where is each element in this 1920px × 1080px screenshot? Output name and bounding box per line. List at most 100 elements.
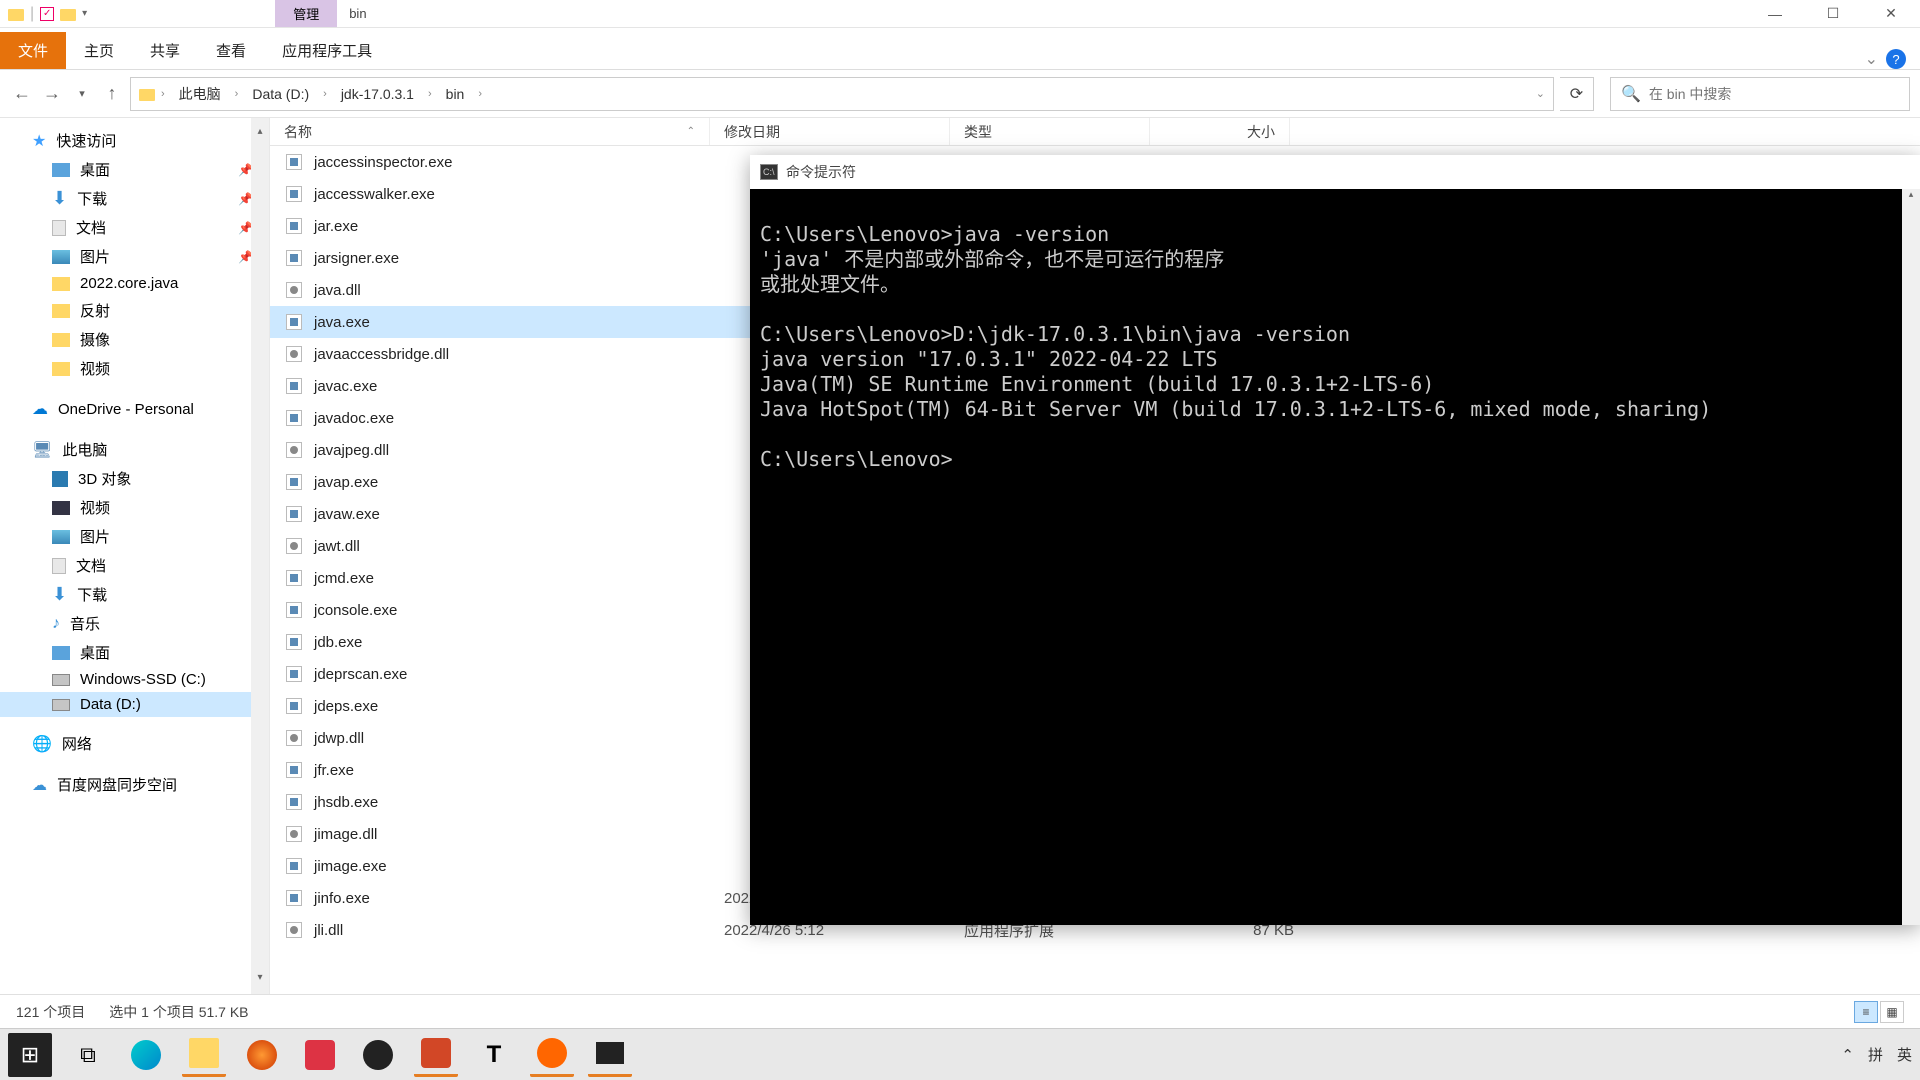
sidebar-folder-core[interactable]: 2022.core.java: [0, 271, 269, 296]
help-icon[interactable]: ?: [1886, 49, 1906, 69]
exe-icon: [284, 664, 304, 684]
sidebar-music[interactable]: ♪音乐: [0, 609, 269, 638]
chevron-right-icon[interactable]: ›: [476, 88, 484, 100]
sidebar-documents2[interactable]: 文档: [0, 551, 269, 580]
sidebar-folder-video[interactable]: 视频: [0, 354, 269, 383]
tab-apptools[interactable]: 应用程序工具: [264, 32, 390, 69]
crumb-jdk[interactable]: jdk-17.0.3.1: [333, 84, 422, 104]
sidebar-pictures2[interactable]: 图片: [0, 522, 269, 551]
sidebar-desktop[interactable]: 桌面📌: [0, 155, 269, 184]
crumb-bin[interactable]: bin: [438, 84, 473, 104]
taskview-button[interactable]: ⧉: [66, 1033, 110, 1077]
qat-dropdown-icon[interactable]: ▾: [82, 8, 87, 19]
search-input[interactable]: [1649, 86, 1899, 102]
back-button[interactable]: ←: [10, 82, 34, 106]
cmd-output[interactable]: C:\Users\Lenovo>java -version 'java' 不是内…: [750, 189, 1920, 480]
file-name: jfr.exe: [314, 762, 724, 779]
system-tray: ⌃ 拼 英: [1841, 1044, 1912, 1065]
sidebar-desktop2[interactable]: 桌面: [0, 638, 269, 667]
taskbar-obs[interactable]: [356, 1033, 400, 1077]
video-icon: [52, 501, 70, 515]
exe-icon: [284, 152, 304, 172]
forward-button[interactable]: →: [40, 82, 64, 106]
col-name[interactable]: 名称⌃: [270, 118, 710, 145]
taskbar-audio[interactable]: [530, 1033, 574, 1077]
up-button[interactable]: ↑: [100, 82, 124, 106]
tray-ime2[interactable]: 英: [1897, 1044, 1912, 1065]
sidebar-baidu[interactable]: ☁百度网盘同步空间: [0, 770, 269, 799]
sidebar-videos[interactable]: 视频: [0, 493, 269, 522]
taskbar-cmd[interactable]: [588, 1033, 632, 1077]
sidebar-pictures[interactable]: 图片📌: [0, 242, 269, 271]
cloud-icon: ☁: [32, 776, 47, 794]
firefox-icon: [247, 1040, 277, 1070]
label: 图片: [80, 526, 110, 547]
drive-icon: [52, 699, 70, 711]
sidebar-ddrive[interactable]: Data (D:): [0, 692, 269, 717]
cmd-titlebar[interactable]: C:\ 命令提示符: [750, 155, 1920, 189]
sidebar-folder-reflect[interactable]: 反射: [0, 296, 269, 325]
sidebar-documents[interactable]: 文档📌: [0, 213, 269, 242]
taskbar-edge[interactable]: [124, 1033, 168, 1077]
file-name: java.exe: [314, 314, 724, 331]
address-dropdown-icon[interactable]: ⌄: [1536, 87, 1545, 100]
crumb-drive[interactable]: Data (D:): [244, 84, 317, 104]
col-date[interactable]: 修改日期: [710, 118, 950, 145]
tab-view[interactable]: 查看: [198, 32, 264, 69]
desktop-icon: [52, 646, 70, 660]
taskbar-firefox[interactable]: [240, 1033, 284, 1077]
view-icons-button[interactable]: ▦: [1880, 1001, 1904, 1023]
sidebar-onedrive[interactable]: ☁OneDrive - Personal: [0, 395, 269, 423]
scroll-down-icon[interactable]: ▾: [253, 972, 267, 986]
chevron-right-icon[interactable]: ›: [159, 88, 167, 100]
file-name: jli.dll: [314, 922, 724, 939]
search-box[interactable]: 🔍: [1610, 77, 1910, 111]
chevron-right-icon[interactable]: ›: [426, 88, 434, 100]
context-tab-manage[interactable]: 管理: [275, 0, 337, 27]
chevron-right-icon[interactable]: ›: [321, 88, 329, 100]
taskbar-powerpoint[interactable]: [414, 1033, 458, 1077]
desktop-icon: [52, 163, 70, 177]
sidebar-3dobjects[interactable]: 3D 对象: [0, 464, 269, 493]
taskbar-text[interactable]: T: [472, 1033, 516, 1077]
scroll-up-icon[interactable]: ▴: [253, 126, 267, 140]
tray-ime1[interactable]: 拼: [1868, 1044, 1883, 1065]
sidebar-quick-access[interactable]: ★快速访问: [0, 126, 269, 155]
tab-home[interactable]: 主页: [66, 32, 132, 69]
download-icon: ⬇: [52, 584, 67, 605]
tab-share[interactable]: 共享: [132, 32, 198, 69]
sidebar-network[interactable]: 🌐网络: [0, 729, 269, 758]
exe-icon: [284, 376, 304, 396]
view-details-button[interactable]: ≡: [1854, 1001, 1878, 1023]
sidebar-downloads[interactable]: ⬇下载📌: [0, 184, 269, 213]
col-size[interactable]: 大小: [1150, 118, 1290, 145]
address-bar[interactable]: › 此电脑 › Data (D:) › jdk-17.0.3.1 › bin ›…: [130, 77, 1554, 111]
folder-icon: [52, 304, 70, 318]
recent-dropdown[interactable]: ▾: [70, 82, 94, 106]
chevron-right-icon[interactable]: ›: [233, 88, 241, 100]
taskbar-explorer[interactable]: [182, 1033, 226, 1077]
taskbar-office[interactable]: [298, 1033, 342, 1077]
sidebar-scrollbar[interactable]: ▴ ▾: [251, 118, 269, 994]
cmd-scrollbar[interactable]: [1902, 189, 1920, 925]
sidebar-downloads2[interactable]: ⬇ 下载: [0, 580, 269, 609]
crumb-pc[interactable]: 此电脑: [171, 82, 229, 106]
label: 下载: [77, 584, 107, 605]
minimize-button[interactable]: —: [1746, 0, 1804, 28]
col-type[interactable]: 类型: [950, 118, 1150, 145]
file-name: javajpeg.dll: [314, 442, 724, 459]
maximize-button[interactable]: ☐: [1804, 0, 1862, 28]
start-button[interactable]: ⊞: [8, 1033, 52, 1077]
file-name: javadoc.exe: [314, 410, 724, 427]
refresh-button[interactable]: ⟳: [1560, 77, 1594, 111]
tab-file[interactable]: 文件: [0, 32, 66, 69]
ribbon-collapse-icon[interactable]: ⌄: [1865, 49, 1878, 69]
sidebar-cdrive[interactable]: Windows-SSD (C:): [0, 667, 269, 692]
checkbox-icon[interactable]: ✓: [40, 7, 54, 21]
sidebar-folder-camera[interactable]: 摄像: [0, 325, 269, 354]
document-icon: [52, 558, 66, 574]
tray-chevron-icon[interactable]: ⌃: [1841, 1046, 1854, 1064]
sidebar-this-pc[interactable]: 🖥此电脑: [0, 435, 269, 464]
cmd-window[interactable]: C:\ 命令提示符 C:\Users\Lenovo>java -version …: [750, 155, 1920, 925]
close-button[interactable]: ✕: [1862, 0, 1920, 28]
